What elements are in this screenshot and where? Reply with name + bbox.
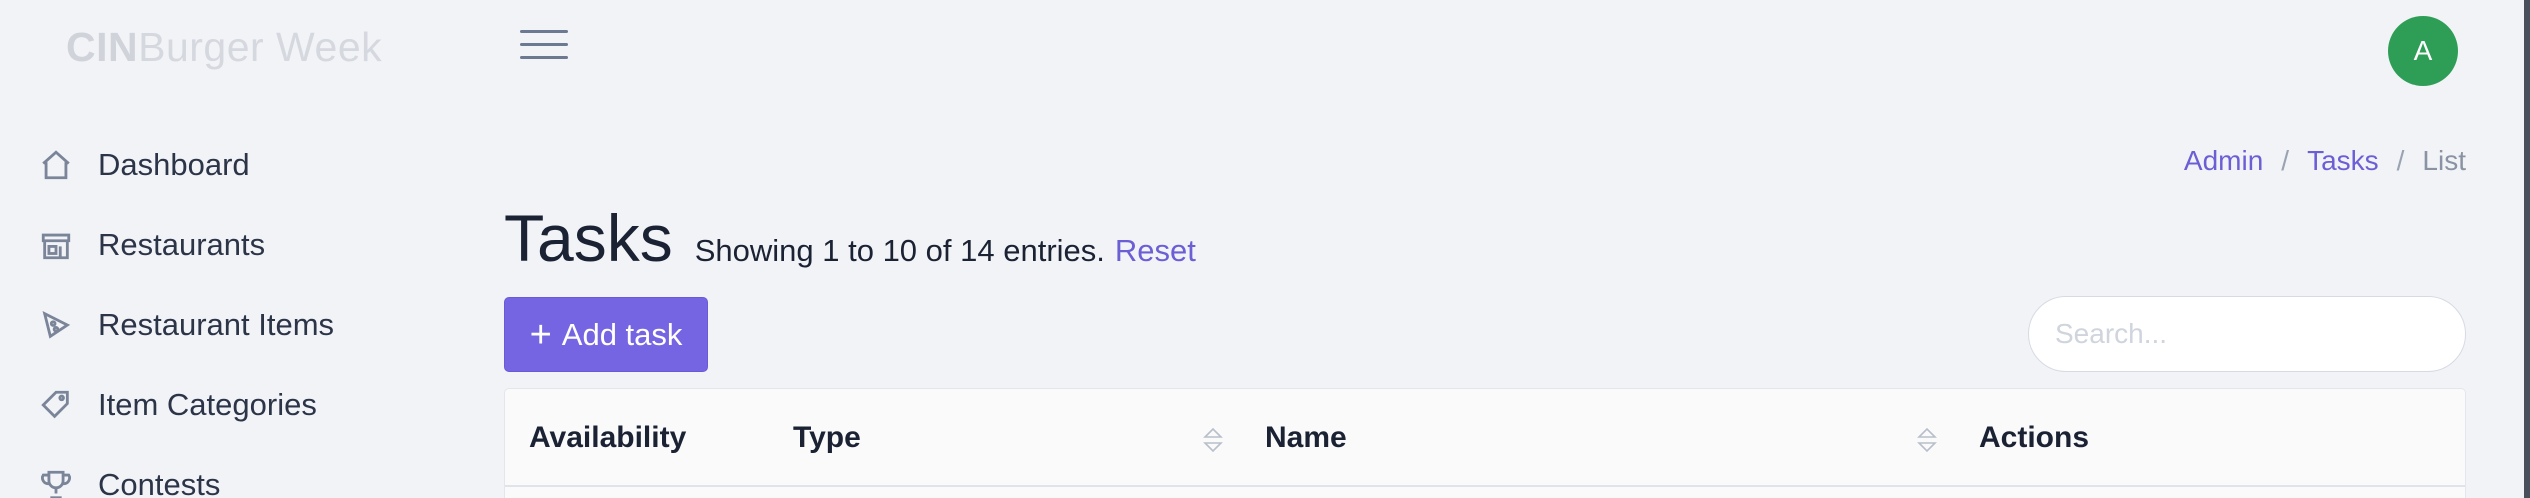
sidebar: CINBurger Week Dashboard Restaurants Res…	[0, 0, 480, 498]
sidebar-item-dashboard[interactable]: Dashboard	[38, 135, 458, 195]
plus-icon: +	[529, 313, 552, 356]
search-input[interactable]	[2028, 296, 2466, 372]
breadcrumb-tasks[interactable]: Tasks	[2307, 145, 2379, 176]
window-right-edge	[2524, 0, 2530, 498]
sidebar-item-contests[interactable]: Contests	[38, 455, 458, 498]
store-icon	[38, 227, 74, 263]
page-title: Tasks	[504, 201, 673, 275]
entries-info: Showing 1 to 10 of 14 entries.	[694, 233, 1105, 268]
column-header-availability: Availability	[529, 421, 687, 454]
page-header: Tasks Showing 1 to 10 of 14 entries. Res…	[504, 200, 1196, 276]
tag-icon	[38, 387, 74, 423]
breadcrumb-separator: /	[2396, 145, 2405, 176]
breadcrumb-separator: /	[2281, 145, 2290, 176]
column-header-type[interactable]: Type	[793, 421, 861, 455]
sidebar-item-label: Contests	[98, 467, 221, 498]
breadcrumb-current: List	[2422, 145, 2466, 176]
reset-link[interactable]: Reset	[1115, 233, 1196, 269]
add-task-label: Add task	[561, 316, 683, 352]
hamburger-icon	[520, 30, 568, 33]
trophy-icon	[38, 467, 74, 498]
sidebar-item-label: Restaurant Items	[98, 307, 335, 342]
table-header: Availability Type Name Actions	[505, 389, 2465, 487]
column-header-actions: Actions	[1979, 421, 2090, 454]
brand-bold: CIN	[66, 24, 139, 70]
menu-toggle-button[interactable]	[520, 30, 568, 70]
sidebar-item-restaurants[interactable]: Restaurants	[38, 215, 458, 275]
sidebar-item-label: Item Categories	[98, 387, 317, 422]
home-icon	[38, 147, 74, 183]
add-task-button[interactable]: + Add task	[504, 297, 708, 372]
breadcrumb-admin[interactable]: Admin	[2184, 145, 2263, 176]
tasks-table: Availability Type Name Actions	[504, 388, 2466, 498]
column-header-name[interactable]: Name	[1265, 421, 1347, 455]
sort-icon[interactable]	[1201, 425, 1225, 455]
brand-rest: Burger Week	[138, 24, 383, 70]
pizza-icon	[38, 307, 74, 343]
avatar[interactable]: A	[2388, 16, 2458, 86]
sort-icon[interactable]	[1915, 425, 1939, 455]
brand-logo[interactable]: CINBurger Week	[66, 24, 382, 71]
sidebar-item-label: Restaurants	[98, 227, 266, 262]
sidebar-item-item-categories[interactable]: Item Categories	[38, 375, 458, 435]
sidebar-item-restaurant-items[interactable]: Restaurant Items	[38, 295, 458, 355]
breadcrumb: Admin / Tasks / List	[2184, 145, 2466, 177]
sidebar-item-label: Dashboard	[98, 147, 250, 182]
